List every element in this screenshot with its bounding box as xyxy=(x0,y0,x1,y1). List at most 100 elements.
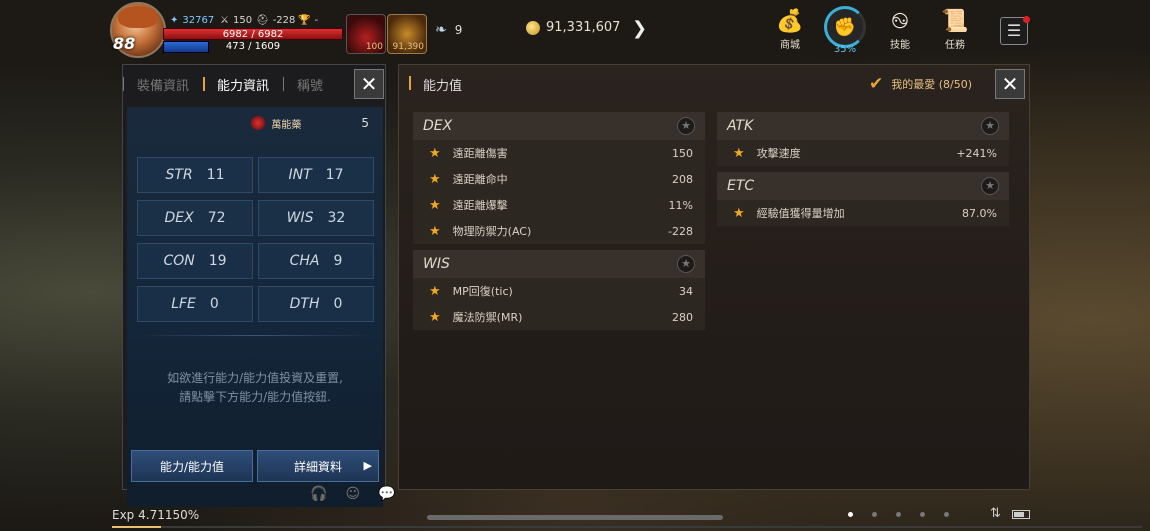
stat-name: DEX xyxy=(164,210,194,226)
stat-row[interactable]: ★ 攻擊速度 +241% xyxy=(717,140,1009,166)
bottom-shortcuts: 🎧 ☺ 💬 xyxy=(310,486,395,502)
hud-stat-trophy-value: - xyxy=(314,15,319,26)
stat-row[interactable]: ★ 物理防禦力(AC) -228 xyxy=(413,218,705,244)
hp-bar: 6982 / 6982 xyxy=(163,28,343,40)
ability-button[interactable]: 能力/能力值 xyxy=(131,450,253,482)
hint-text: 如欲進行能力/能力值投資及重置, 請點擊下方能力/能力值按鈕. xyxy=(127,369,383,407)
base-stat-grid: STR 11 INT 17 DEX 72 WIS 32 CON 19 CHA 9 LFE 0 … xyxy=(137,157,374,322)
play-arrow-icon: ▶ xyxy=(363,459,372,472)
divider xyxy=(137,335,373,336)
exp-readout: Exp 4.71150% xyxy=(112,508,200,522)
stat-value: 32 xyxy=(327,210,346,226)
headset-icon[interactable]: 🎧 xyxy=(310,486,327,502)
stat-row-label: 魔法防禦(MR) xyxy=(452,311,523,324)
top-hud: 88 ✦ 32767 ⚔ 150 ⛑ -228 🏆 - 6982 / 6982 … xyxy=(0,0,1150,62)
skill-button[interactable]: ࿊ 技能 xyxy=(878,8,922,51)
group-header: ATK ★ xyxy=(717,112,1009,140)
hud-stat-attack-value: 150 xyxy=(232,15,253,26)
stat-row[interactable]: ★ 遠距離命中 208 xyxy=(413,166,705,192)
stat-value: 0 xyxy=(333,296,343,312)
group-header: ETC ★ xyxy=(717,172,1009,200)
stat-row-label: MP回復(tic) xyxy=(452,285,513,298)
stat-name: LFE xyxy=(171,296,196,312)
tab-ability-info[interactable]: 能力資訊 xyxy=(203,75,283,94)
stat-row[interactable]: ★ MP回復(tic) 34 xyxy=(413,278,705,304)
favorite-star-icon[interactable]: ★ xyxy=(677,117,695,135)
auto-progress-button[interactable]: ✊ 35% xyxy=(822,6,868,55)
gold-value: 91,331,607 xyxy=(546,20,621,35)
chevron-right-icon[interactable]: ❯ xyxy=(632,18,647,39)
wing-icon: ❧ xyxy=(435,22,447,38)
stat-row-label: 遠距離命中 xyxy=(452,173,508,186)
favorite-star-icon[interactable]: ★ xyxy=(677,255,695,273)
character-level: 88 xyxy=(113,34,136,53)
battery-icon xyxy=(1012,510,1030,519)
elixir-count: 5 xyxy=(361,116,369,130)
emote-icon[interactable]: ☺ xyxy=(345,486,360,502)
stat-con: CON 19 xyxy=(137,243,253,279)
potion-slot[interactable]: 100 xyxy=(346,14,386,54)
stat-row-label: 經驗值獲得量增加 xyxy=(756,207,845,220)
quest-button[interactable]: 📜 任務 xyxy=(933,8,977,51)
group-name: ATK xyxy=(727,118,754,134)
favorite-star-icon[interactable]: ★ xyxy=(981,177,999,195)
stat-row-value: 11% xyxy=(668,198,693,212)
stat-dex: DEX 72 xyxy=(137,200,253,236)
group-header: DEX ★ xyxy=(413,112,705,140)
favorite-toggle[interactable]: ✔ 我的最愛 (8/50) xyxy=(869,74,972,94)
stat-row[interactable]: ★ 經驗值獲得量增加 87.0% xyxy=(717,200,1009,226)
tab-title[interactable]: 稱號 xyxy=(283,75,337,94)
sword-icon: ⚔ xyxy=(220,15,229,26)
stat-value: 19 xyxy=(208,253,227,269)
stat-value: 0 xyxy=(209,296,219,312)
wing-power: ✦ 32767 xyxy=(170,15,214,26)
stat-dth: DTH 0 xyxy=(258,286,374,322)
trophy-icon: 🏆 xyxy=(298,15,311,26)
exp-bar xyxy=(112,526,1142,528)
stat-value: 9 xyxy=(333,253,343,269)
stat-row[interactable]: ★ 遠距離傷害 150 xyxy=(413,140,705,166)
left-close-button[interactable]: ✕ xyxy=(354,69,384,99)
chat-icon[interactable]: 💬 xyxy=(378,486,395,502)
page-dot[interactable] xyxy=(944,512,949,517)
stat-cha: CHA 9 xyxy=(258,243,374,279)
stat-row[interactable]: ★ 遠距離爆擊 11% xyxy=(413,192,705,218)
feather-count: 91,390 xyxy=(392,42,425,52)
favorite-star-icon[interactable]: ★ xyxy=(981,117,999,135)
wing-counter: ❧ 9 xyxy=(435,22,462,38)
tab-equipment-info[interactable]: 裝備資訊 xyxy=(123,75,203,94)
star-icon: ★ xyxy=(429,309,441,325)
page-dot[interactable] xyxy=(896,512,901,517)
sort-icon[interactable]: ⇅ xyxy=(990,506,1001,521)
auto-progress-percent: 35% xyxy=(833,44,857,55)
ability-value-panel: 能力值 ✔ 我的最愛 (8/50) ✕ DEX ★ ★ 遠距離傷害 150 ★ 遠距離… xyxy=(398,64,1030,490)
hud-stat-defense-value: -228 xyxy=(272,15,296,26)
right-close-button[interactable]: ✕ xyxy=(995,69,1025,99)
close-icon: ✕ xyxy=(360,72,378,96)
group-atk: ATK ★ ★ 攻擊速度 +241% xyxy=(717,112,1009,166)
hint-line-1: 如欲進行能力/能力值投資及重置, xyxy=(167,371,343,385)
wing-count-value: 9 xyxy=(454,23,463,37)
notification-dot xyxy=(1023,16,1030,23)
coin-icon xyxy=(526,20,540,35)
page-dot[interactable] xyxy=(848,512,853,517)
group-name: WIS xyxy=(423,256,450,272)
page-dot[interactable] xyxy=(920,512,925,517)
stat-row[interactable]: ★ 魔法防禦(MR) 280 xyxy=(413,304,705,330)
stat-lfe: LFE 0 xyxy=(137,286,253,322)
stat-wis: WIS 32 xyxy=(258,200,374,236)
page-dot[interactable] xyxy=(872,512,877,517)
feather-slot[interactable]: 91,390 xyxy=(387,14,427,54)
group-header: WIS ★ xyxy=(413,250,705,278)
bottom-bar: 🎧 ☺ 💬 Exp 4.71150% ⇅ xyxy=(0,486,1150,531)
stat-row-value: 34 xyxy=(679,284,693,298)
stat-row-label: 遠距離傷害 xyxy=(452,147,508,160)
shop-button[interactable]: 💰 商城 xyxy=(768,8,812,51)
stat-name: CHA xyxy=(289,253,320,269)
elixir-icon xyxy=(251,116,266,130)
detail-button[interactable]: 詳細資料 ▶ xyxy=(257,450,379,482)
panel-title: 能力值 xyxy=(409,75,462,94)
hud-stat-attack: ⚔ 150 xyxy=(220,15,252,26)
star-icon: ★ xyxy=(429,197,441,213)
elixir-label: 萬能藥 xyxy=(271,119,302,131)
